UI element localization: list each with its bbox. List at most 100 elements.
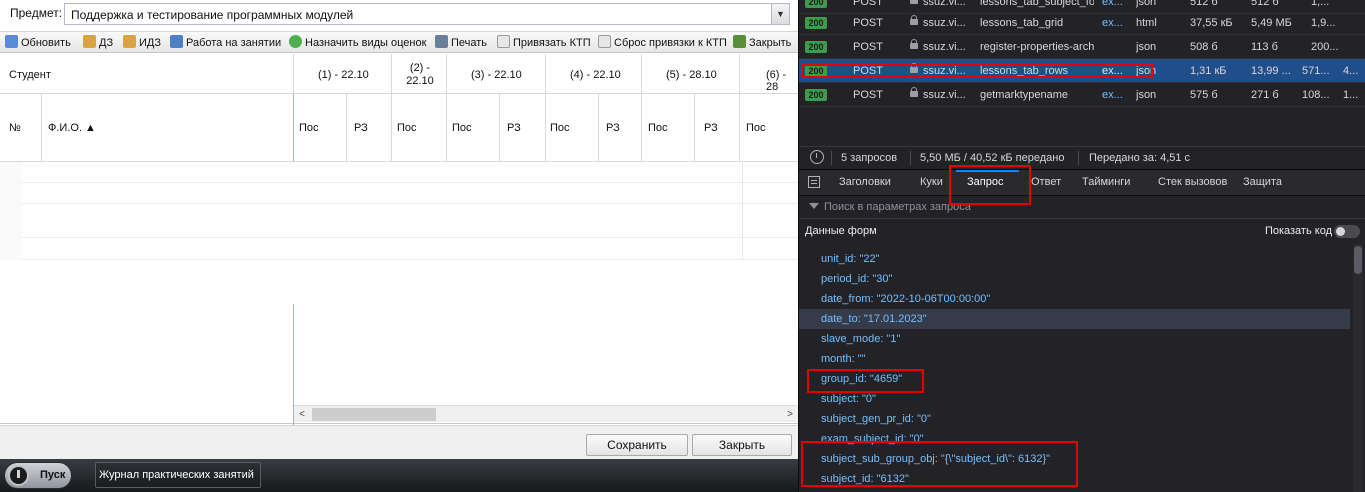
tab-headers[interactable]: Заголовки [839, 176, 891, 188]
request-transferred: 575 б [1190, 89, 1218, 101]
param-text: period_id: "30" [821, 273, 893, 285]
param-row[interactable]: subject_id: "6132" [799, 469, 1350, 489]
param-row[interactable]: subject: "0" [799, 389, 1350, 409]
refresh-icon [5, 35, 18, 48]
timer-icon[interactable] [810, 150, 824, 164]
homework-button[interactable]: ДЗ [83, 35, 113, 51]
horizontal-scrollbar[interactable]: < > [294, 405, 798, 422]
subject-select[interactable]: Поддержка и тестирование программных мод… [64, 3, 790, 25]
lesson-header-1-label: (1) - 22.10 [318, 69, 369, 81]
footer-bar: Сохранить Закрыть [0, 425, 798, 459]
individual-homework-button[interactable]: ИДЗ [123, 35, 161, 51]
request-initiator[interactable]: ex... [1102, 0, 1123, 8]
params-scrollbar[interactable] [1353, 244, 1363, 492]
attendance-header-1[interactable]: Пос [294, 94, 347, 162]
taskbar-window-item[interactable]: Журнал практических занятий [95, 462, 261, 488]
attendance-header-5[interactable]: Пос [642, 94, 695, 162]
name-header[interactable]: Ф.И.О. ▲ [42, 94, 294, 162]
param-row[interactable]: exam_subject_id: "0" [799, 429, 1350, 449]
param-row[interactable]: month: "" [799, 349, 1350, 369]
param-row[interactable]: subject_gen_pr_id: "0" [799, 409, 1350, 429]
tab-security[interactable]: Защита [1243, 176, 1282, 188]
attendance-header-3[interactable]: Пос [447, 94, 500, 162]
status-badge: 200 [805, 65, 827, 77]
scroll-left-icon[interactable]: < [295, 407, 309, 422]
tab-stack-trace[interactable]: Стек вызовов [1158, 176, 1227, 188]
request-row[interactable]: 200 POST ssuz.vi... lessons_tab_grid ex.… [799, 11, 1365, 35]
result-header-1[interactable]: РЗ [347, 94, 392, 162]
toolbar-close-button[interactable]: Закрыть [733, 35, 791, 51]
attendance-header-4[interactable]: Пос [546, 94, 599, 162]
result-header-5[interactable]: РЗ [695, 94, 740, 162]
request-row[interactable]: 200 POST ssuz.vi... getmarktypename ex..… [799, 83, 1365, 107]
params-filter-input[interactable]: Поиск в параметрах запроса [824, 201, 971, 213]
params-scrollbar-thumb[interactable] [1354, 246, 1362, 274]
num-header[interactable]: № [0, 94, 42, 162]
param-row[interactable]: date_from: "2022-10-06T00:00:00" [799, 289, 1350, 309]
result-header-3[interactable]: РЗ [500, 94, 546, 162]
request-size: 5,49 МБ [1251, 17, 1292, 29]
params-filter[interactable]: Поиск в параметрах запроса [799, 197, 1365, 219]
tab-request[interactable]: Запрос [967, 176, 1003, 188]
lesson-header-1[interactable]: (1) - 22.10 [294, 54, 392, 94]
lesson-header-5[interactable]: (5) - 28.10 [642, 54, 740, 94]
attendance-header-5-label: Пос [648, 122, 668, 134]
form-data-title: Данные форм [805, 225, 877, 237]
attendance-header-6-label: Пос [746, 122, 766, 134]
save-button[interactable]: Сохранить [586, 434, 688, 456]
add-icon [289, 35, 302, 48]
result-header-4[interactable]: РЗ [599, 94, 642, 162]
lesson-header-3[interactable]: (3) - 22.10 [447, 54, 546, 94]
raw-toggle[interactable] [1334, 225, 1360, 238]
details-tabs: Заголовки Куки Запрос Ответ Тайминги Сте… [799, 169, 1365, 196]
request-initiator[interactable]: ex... [1102, 17, 1123, 29]
lesson-header-2[interactable]: (2) - 22.10 [392, 54, 447, 94]
lesson-header-5-label: (5) - 28.10 [666, 69, 717, 81]
scroll-right-icon[interactable]: > [783, 407, 797, 422]
param-text: subject_id: "6132" [821, 473, 909, 485]
param-row[interactable]: slave_mode: "1" [799, 329, 1350, 349]
tab-cookies[interactable]: Куки [920, 176, 943, 188]
lesson-header-4[interactable]: (4) - 22.10 [546, 54, 642, 94]
param-row-highlighted[interactable]: date_to: "17.01.2023" [799, 309, 1350, 329]
network-devtools: 200 POST ssuz.vi... lessons_tab_subject_… [798, 0, 1365, 492]
request-transferred: 1,31 кБ [1190, 65, 1227, 77]
param-row[interactable]: subject_sub_group_obj: "{\"subject_id\":… [799, 449, 1350, 469]
param-row[interactable]: period_id: "30" [799, 269, 1350, 289]
request-method: POST [853, 65, 883, 77]
param-text: group_id: "4659" [821, 373, 903, 385]
request-initiator[interactable]: ex... [1102, 65, 1123, 77]
request-row[interactable]: 200 POST ssuz.vi... register-properties-… [799, 35, 1365, 59]
request-size: 512 б [1251, 0, 1279, 8]
chevron-down-icon[interactable]: ▼ [771, 4, 789, 24]
param-text: date_to: "17.01.2023" [821, 313, 927, 325]
param-row[interactable]: group_id: "4659" [799, 369, 1350, 389]
request-row-selected[interactable]: 200 POST ssuz.vi... lessons_tab_rows ex.… [799, 59, 1365, 83]
refresh-button[interactable]: Обновить [5, 35, 71, 51]
param-text: slave_mode: "1" [821, 333, 901, 345]
attendance-header-2-label: Пос [397, 122, 417, 134]
lesson-header-6[interactable]: (6) - 28 [740, 54, 798, 94]
class-work-button[interactable]: Работа на занятии [170, 35, 281, 51]
tab-response[interactable]: Ответ [1031, 176, 1061, 188]
taskbar: Пуск Журнал практических занятий [0, 459, 798, 492]
param-text: unit_id: "22" [821, 253, 880, 265]
attendance-header-2[interactable]: Пос [392, 94, 447, 162]
print-button[interactable]: Печать [435, 35, 487, 51]
lock-icon [910, 87, 918, 99]
request-transferred: 37,55 кБ [1190, 17, 1233, 29]
scrollbar-thumb[interactable] [312, 408, 436, 421]
student-header[interactable]: Студент [0, 54, 294, 94]
lesson-header-2-label: (2) - 22.10 [406, 62, 434, 87]
start-button[interactable]: Пуск [4, 462, 72, 489]
bind-ktp-button[interactable]: Привязать КТП [497, 35, 591, 51]
toggle-panel-icon[interactable] [808, 176, 820, 188]
param-row[interactable]: unit_id: "22" [799, 249, 1350, 269]
reset-ktp-button[interactable]: Сброс привязки к КТП [598, 35, 727, 51]
request-initiator[interactable]: ex... [1102, 89, 1123, 101]
individual-homework-label: ИДЗ [139, 37, 161, 49]
attendance-header-6[interactable]: Пос [740, 94, 798, 162]
close-button[interactable]: Закрыть [692, 434, 792, 456]
assign-grades-button[interactable]: Назначить виды оценок [289, 35, 426, 51]
tab-timings[interactable]: Тайминги [1082, 176, 1130, 188]
